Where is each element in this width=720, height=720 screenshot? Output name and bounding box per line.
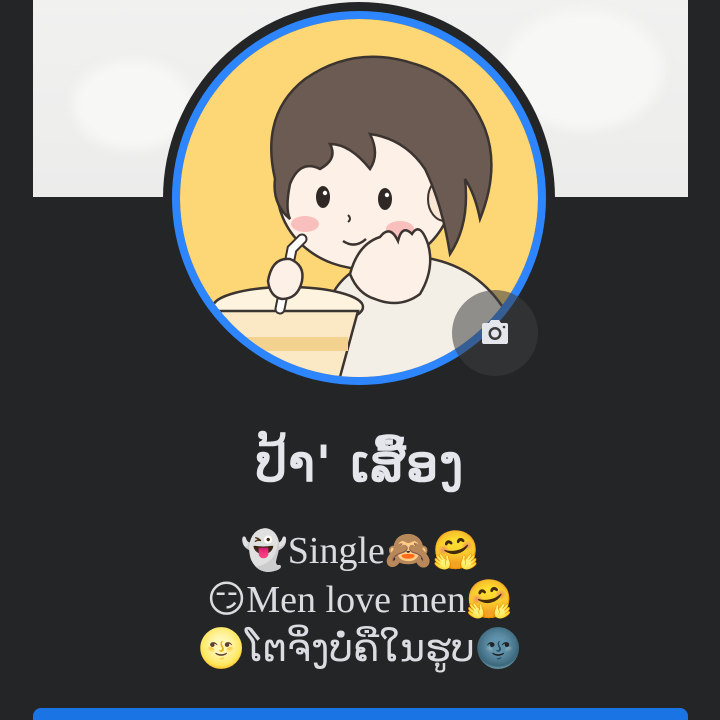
profile-name: ປ້າ' ເສື້ອງ	[255, 434, 465, 493]
primary-action-button[interactable]	[33, 708, 688, 720]
profile-bio: 👻Single🙈🤗 😏Men love men🤗 🌝ໂຕຈິ່ງບໍ່ຄືໃນຮ…	[0, 526, 720, 673]
smirk-emoji: 😏	[206, 577, 247, 621]
change-avatar-button[interactable]	[452, 290, 538, 376]
bio-line-1: 👻Single🙈🤗	[0, 526, 720, 575]
hug-emoji: 🤗	[465, 577, 514, 621]
bio-line-3: 🌝ໂຕຈິ່ງບໍ່ຄືໃນຮູບ🌚	[0, 624, 720, 673]
camera-icon	[482, 320, 508, 344]
bio-line-3-text: ໂຕຈິ່ງບໍ່ຄືໃນຮູບ	[245, 628, 475, 670]
bio-line-2: 😏Men love men🤗	[0, 575, 720, 624]
profile-screen: ປ້າ' ເສື້ອງ 👻Single🙈🤗 😏Men love men🤗 🌝ໂຕ…	[0, 0, 720, 720]
new-moon-face-emoji: 🌚	[474, 626, 523, 670]
bio-line-1-text: Single	[287, 530, 385, 572]
full-moon-face-emoji: 🌝	[197, 626, 246, 670]
bio-line-2-text: Men love men	[246, 579, 466, 621]
ghost-emoji: 👻	[240, 528, 288, 572]
monkey-hug-emoji: 🙈🤗	[384, 528, 480, 572]
